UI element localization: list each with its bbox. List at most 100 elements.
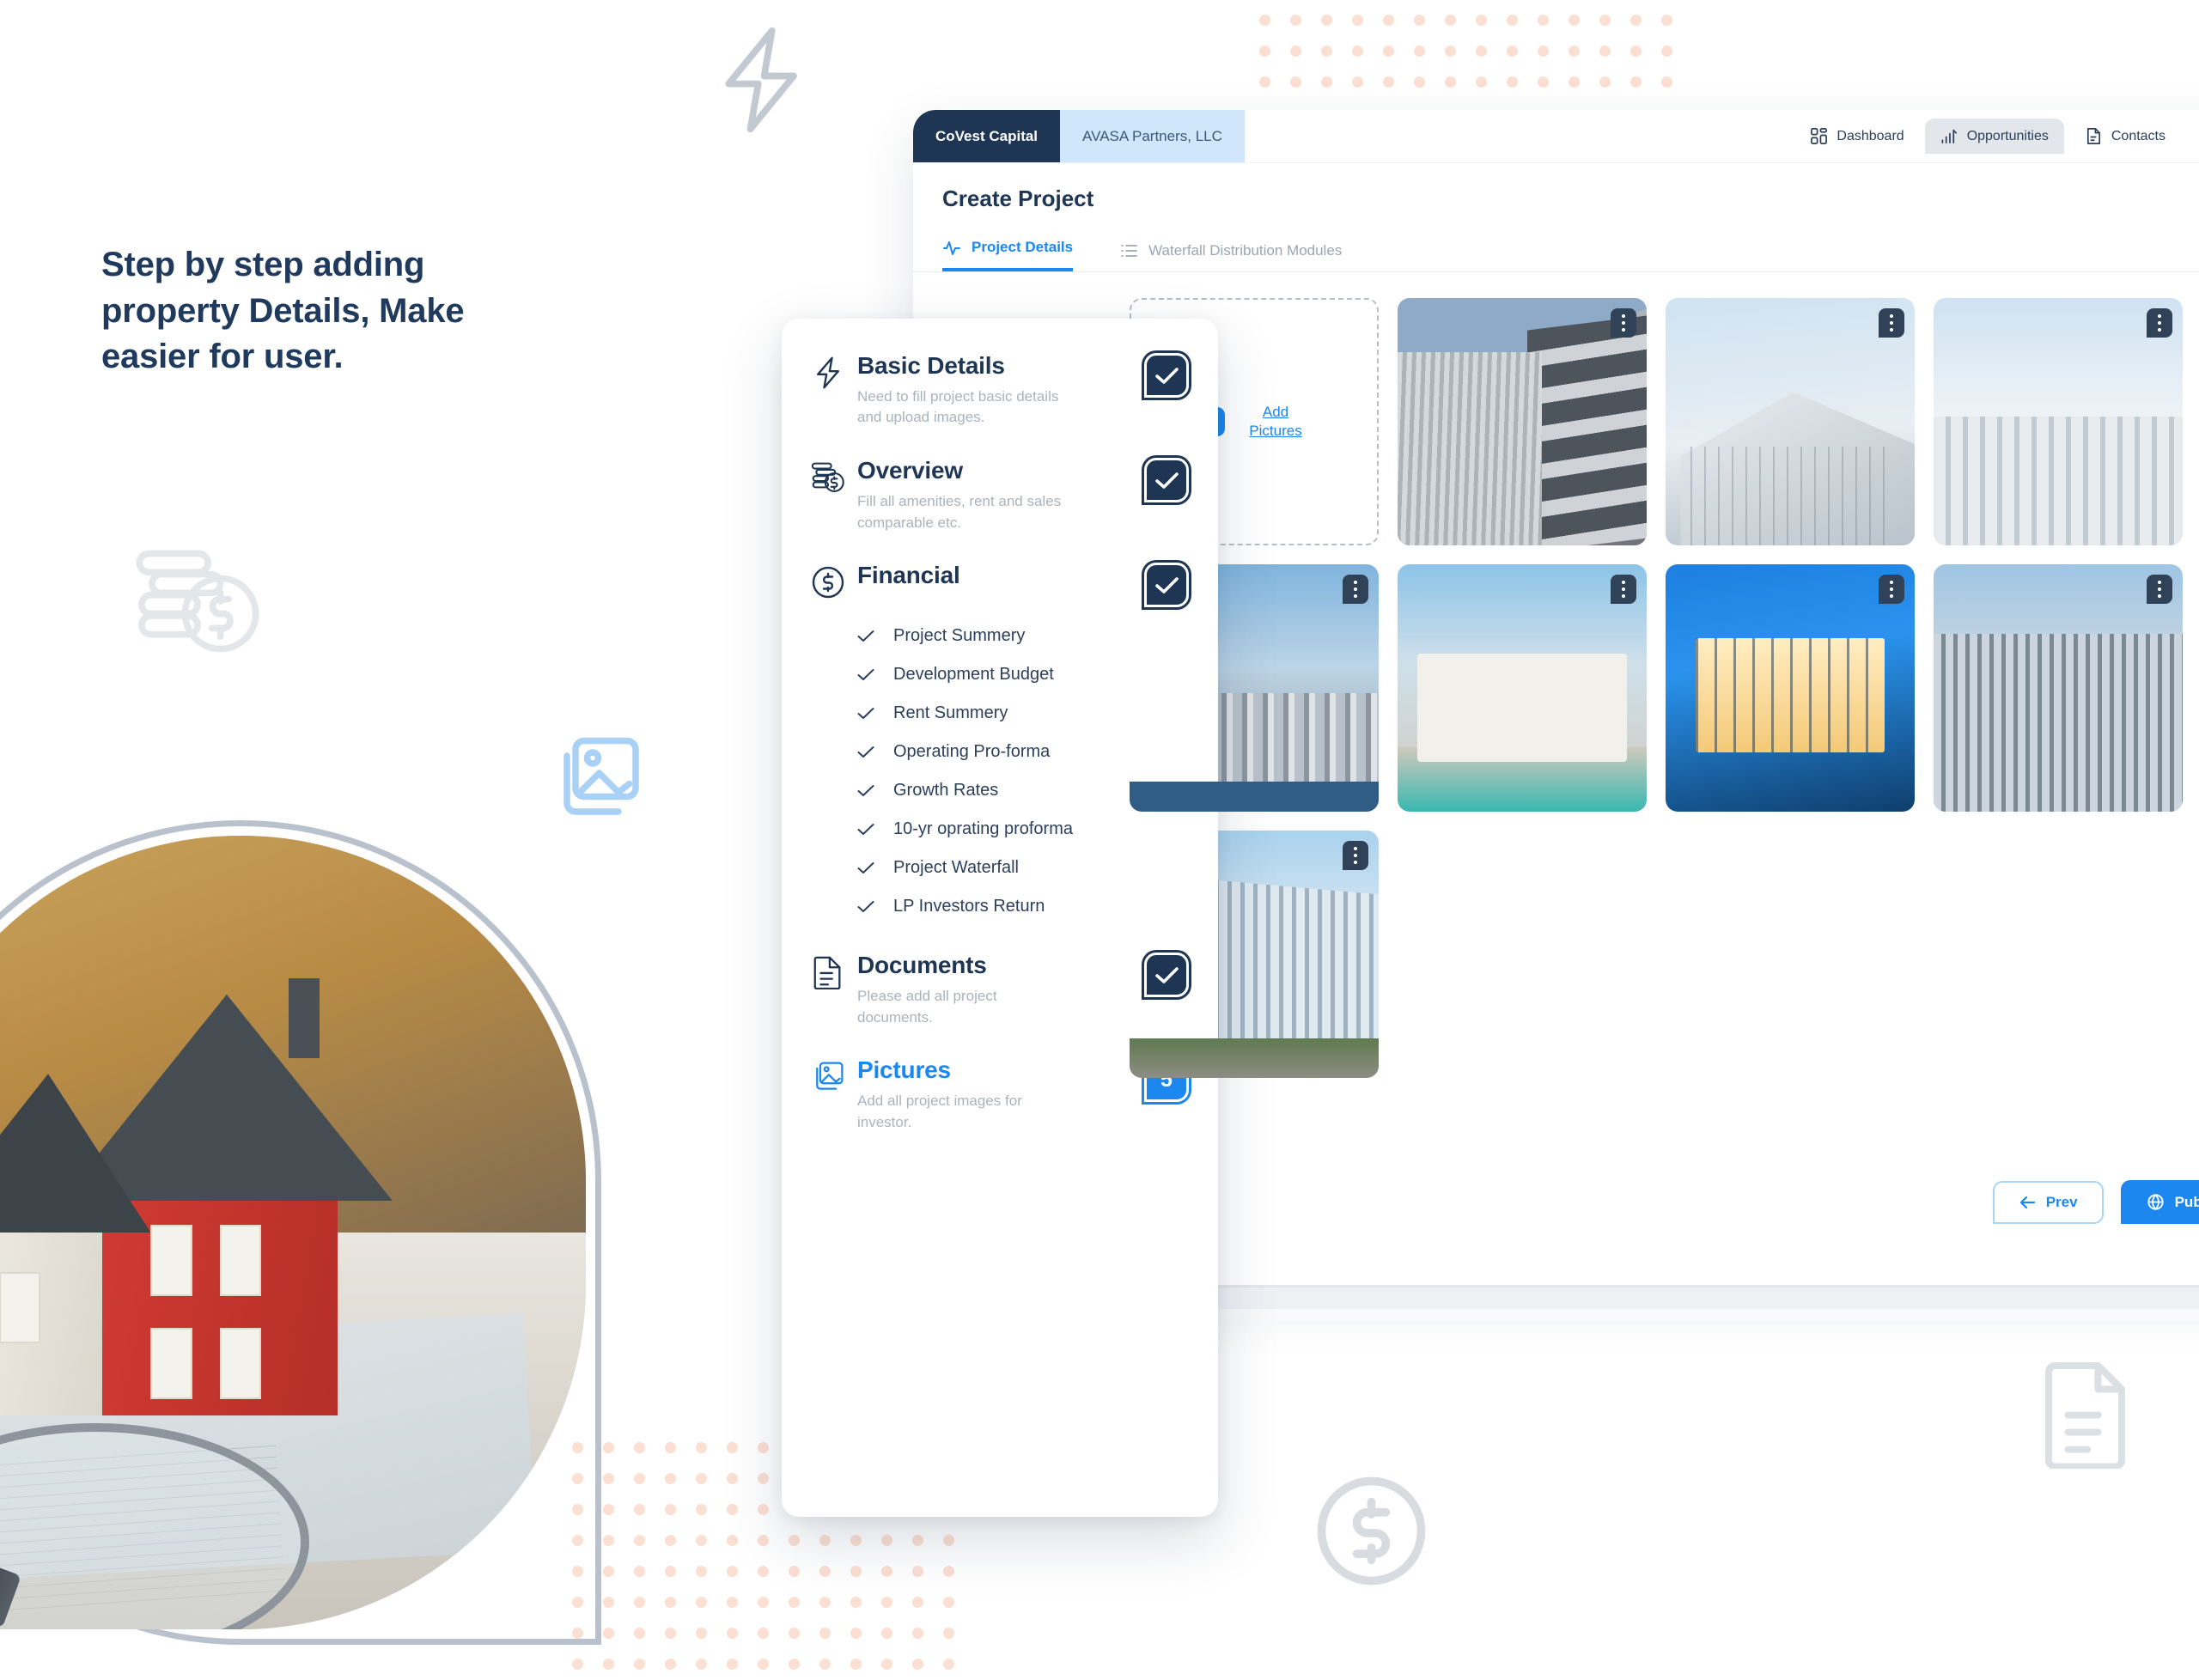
list-item-label: Development Budget — [893, 665, 1054, 685]
list-item-label: 10-yr oprating proforma — [893, 819, 1073, 839]
picture-tile[interactable] — [1666, 564, 1915, 812]
picture-tile[interactable] — [1398, 298, 1647, 545]
kebab-menu-icon[interactable] — [1611, 575, 1636, 604]
kebab-menu-icon[interactable] — [1611, 308, 1636, 338]
nav-label-opportunities: Opportunities — [1966, 128, 2049, 143]
tab-waterfall-modules[interactable]: Waterfall Distribution Modules — [1119, 241, 1342, 271]
step-title: Pictures — [857, 1056, 951, 1084]
kebab-menu-icon[interactable] — [1879, 575, 1904, 604]
check-icon — [857, 746, 874, 758]
step-title: Documents — [857, 952, 987, 979]
top-navigation: Dashboard Opportunities Contacts — [1794, 110, 2199, 162]
list-item[interactable]: Project Summery — [857, 626, 1189, 646]
step-status-badge — [1144, 563, 1189, 608]
prev-label: Prev — [2045, 1193, 2078, 1210]
coins-money-icon — [129, 541, 266, 661]
check-icon — [857, 901, 874, 913]
page-title: Create Project — [913, 163, 2199, 226]
kebab-menu-icon[interactable] — [1343, 841, 1368, 870]
blob-photo-inner — [0, 836, 586, 1629]
check-icon — [1154, 577, 1179, 593]
picture-tile[interactable] — [1934, 298, 2183, 545]
dollar-circle-icon — [812, 566, 844, 599]
step-overview[interactable]: Overview Fill all amenities, rent and sa… — [811, 457, 1189, 533]
check-icon — [1154, 472, 1179, 489]
tab-project-details[interactable]: Project Details — [942, 238, 1074, 271]
check-icon — [857, 785, 874, 797]
step-title: Basic Details — [857, 352, 1005, 379]
nav-item-opportunities[interactable]: Opportunities — [1924, 119, 2064, 154]
dollar-circle-icon — [1309, 1469, 1434, 1593]
lightning-bolt-icon — [817, 356, 839, 389]
step-title: Financial — [857, 562, 960, 589]
list-item-label: Growth Rates — [893, 781, 999, 800]
coins-money-icon — [811, 462, 844, 493]
check-icon — [857, 630, 874, 642]
list-item-label: Operating Pro-forma — [893, 742, 1051, 762]
kebab-menu-icon[interactable] — [1879, 308, 1904, 338]
steps-card: Basic Details Need to fill project basic… — [782, 319, 1218, 1517]
list-item-label: Project Waterfall — [893, 858, 1019, 878]
check-icon — [857, 862, 874, 874]
picture-tile[interactable] — [1666, 298, 1915, 545]
step-documents[interactable]: Documents Please add all project documen… — [811, 952, 1189, 1028]
list-item-label: Rent Summery — [893, 703, 1008, 723]
lightning-bolt-icon — [713, 24, 807, 136]
step-status-badge — [1144, 353, 1189, 398]
org-tab-active[interactable]: CoVest Capital — [913, 110, 1061, 162]
image-gallery-icon — [550, 734, 644, 825]
tab-label-project-details: Project Details — [972, 239, 1074, 255]
kebab-menu-icon[interactable] — [2147, 575, 2172, 604]
check-icon — [857, 824, 874, 836]
list-item[interactable]: Project Waterfall — [857, 858, 1189, 878]
tab-strip: Project Details Waterfall Distribution M… — [913, 226, 2199, 272]
page-headline: Step by step adding property Details, Ma… — [101, 246, 465, 376]
house-blueprint-photo — [0, 820, 601, 1645]
document-icon — [2036, 1357, 2139, 1470]
prev-button[interactable]: Prev — [1992, 1180, 2104, 1224]
step-basic-details[interactable]: Basic Details Need to fill project basic… — [811, 352, 1189, 429]
check-icon — [857, 669, 874, 681]
step-description: Need to fill project basic details and u… — [857, 387, 1059, 426]
picture-tile[interactable] — [1934, 564, 2183, 812]
nav-item-contacts[interactable]: Contacts — [2069, 119, 2181, 154]
publish-label: Publish — [2174, 1193, 2199, 1210]
step-description: Fill all amenities, rent and sales compa… — [857, 492, 1062, 531]
step-status-badge — [1144, 458, 1189, 503]
list-item[interactable]: Operating Pro-forma — [857, 742, 1189, 762]
check-icon — [1154, 967, 1179, 983]
list-item[interactable]: 10-yr oprating proforma — [857, 819, 1189, 839]
step-status-badge — [1144, 953, 1189, 998]
picture-tile[interactable] — [1398, 564, 1647, 812]
tab-label-waterfall-modules: Waterfall Distribution Modules — [1148, 242, 1343, 259]
arrow-left-icon — [2019, 1196, 2035, 1208]
check-icon — [857, 708, 874, 720]
org-tab-secondary[interactable]: AVASA Partners, LLC — [1060, 110, 1245, 162]
step-financial[interactable]: Financial Project Summery Development Bu… — [811, 562, 1189, 944]
add-pictures-link[interactable]: Add Pictures — [1239, 403, 1313, 441]
step-title: Overview — [857, 457, 963, 484]
publish-button[interactable]: Publish — [2120, 1180, 2199, 1224]
contacts-document-icon — [2086, 128, 2100, 144]
activity-pulse-icon — [943, 241, 960, 255]
list-item-label: LP Investors Return — [893, 897, 1045, 916]
pictures-grid: + Add Pictures — [1130, 298, 2183, 1078]
image-gallery-icon — [816, 1062, 844, 1091]
nav-label-dashboard: Dashboard — [1837, 128, 1904, 143]
globe-icon — [2147, 1193, 2164, 1211]
step-description: Please add all project documents. — [857, 987, 997, 1026]
list-icon — [1121, 245, 1138, 257]
nav-label-contacts: Contacts — [2111, 128, 2165, 143]
list-item[interactable]: Development Budget — [857, 665, 1189, 685]
kebab-menu-icon[interactable] — [2147, 308, 2172, 338]
list-item-label: Project Summery — [893, 626, 1026, 646]
kebab-menu-icon[interactable] — [1343, 575, 1368, 604]
document-icon — [813, 956, 841, 990]
nav-item-dashboard[interactable]: Dashboard — [1794, 119, 1919, 154]
form-footer-actions: Prev Publish — [1992, 1180, 2199, 1224]
list-item[interactable]: LP Investors Return — [857, 897, 1189, 916]
list-item[interactable]: Rent Summery — [857, 703, 1189, 723]
check-icon — [1154, 368, 1179, 384]
step-description: Add all project images for investor. — [857, 1093, 1022, 1130]
bar-chart-icon — [1941, 129, 1957, 143]
